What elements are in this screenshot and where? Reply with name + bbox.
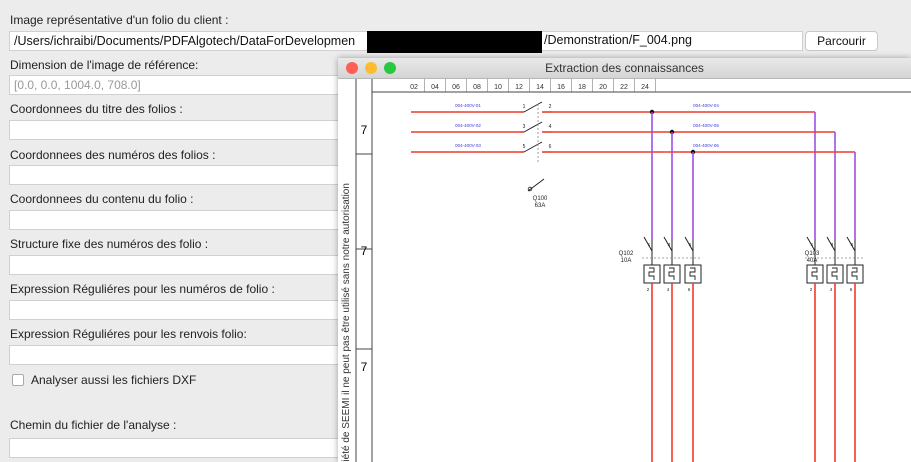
column-label: 06: [452, 84, 460, 91]
column-label: 14: [536, 84, 544, 91]
breaker1-bottom-terminal: 4: [667, 287, 670, 292]
close-light-icon[interactable]: [346, 62, 358, 74]
redacted-region: [367, 31, 542, 53]
undefined: 7: [361, 360, 368, 374]
breaker2-name: Q103: [805, 251, 820, 257]
analysis-path-field[interactable]: [9, 438, 349, 458]
wire-label-right: 004-400V-04: [693, 103, 719, 108]
wire-label-left: 004-400V-02: [455, 123, 481, 128]
dimension-field[interactable]: [0.0, 0.0, 1004.0, 708.0]: [9, 75, 349, 95]
breaker2-blade: [846, 236, 856, 252]
image-label: Image représentative d'un folio du clien…: [10, 13, 229, 27]
wire-label-left: 004-400V-01: [455, 103, 481, 108]
switch-terminal: 3: [523, 124, 526, 130]
switch-terminal: 6: [549, 144, 552, 150]
extraction-window: Extraction des connaissances 02 04 06 08 10 1…: [338, 58, 911, 462]
switch-terminal: 1: [523, 104, 526, 110]
breaker1-name: Q102: [619, 251, 634, 257]
number-coords-label: Coordonnees des numéros des folios :: [10, 148, 216, 162]
switch-blade: [523, 141, 543, 153]
column-label: 20: [599, 84, 607, 91]
dxf-label: Analyser aussi les fichiers DXF: [31, 373, 197, 387]
image-path-text: /Users/ichraibi/Documents/PDFAlgotech/Da…: [14, 34, 356, 48]
breaker1-blade: [684, 236, 694, 252]
switch-rating: 63A: [535, 203, 546, 209]
title-coords-field[interactable]: [9, 120, 349, 140]
vertical-notice-text: riété de SEEMI il ne peut pas être utili…: [341, 183, 352, 462]
minimize-light-icon[interactable]: [365, 62, 377, 74]
dimension-label: Dimension de l'image de référence:: [10, 58, 199, 72]
undefined: 7: [361, 123, 368, 137]
dimension-value: [0.0, 0.0, 1004.0, 708.0]: [14, 78, 141, 92]
column-label: 24: [641, 84, 649, 91]
regex-refs-field[interactable]: [9, 345, 349, 365]
browse-button[interactable]: Parcourir: [805, 31, 878, 51]
wire-label-right: 004-400V-05: [693, 123, 719, 128]
breaker1-blade: [643, 236, 653, 252]
window-title: Extraction des connaissances: [545, 61, 704, 75]
title-coords-label: Coordonnees du titre des folios :: [10, 102, 183, 116]
schematic-canvas: 02 04 06 08 10 12 14 16 18 20 22 24777riété de SEEM…: [341, 79, 911, 462]
switch-terminal: 5: [523, 144, 526, 150]
breaker2-bottom-terminal: 4: [830, 287, 833, 292]
breaker2-bottom-terminal: 2: [810, 287, 813, 292]
column-label: 16: [557, 84, 565, 91]
number-coords-field[interactable]: [9, 165, 349, 185]
column-label: 02: [410, 84, 418, 91]
column-label: 12: [515, 84, 523, 91]
zoom-light-icon[interactable]: [384, 62, 396, 74]
breaker2-blade: [806, 236, 816, 252]
breaker2-rating: 40A: [807, 258, 818, 264]
column-label: 08: [473, 84, 481, 91]
undefined: 7: [361, 244, 368, 258]
wire-label-left: 004-400V-03: [455, 143, 481, 148]
column-label: 04: [431, 84, 439, 91]
switch-terminal: 2: [549, 104, 552, 110]
regex-numbers-label: Expression Réguliéres pour les numéros d…: [10, 282, 275, 296]
dxf-checkbox[interactable]: [12, 374, 24, 386]
breaker1-rating: 10A: [621, 258, 632, 264]
switch-name: Q100: [533, 196, 548, 202]
image-path-end: /Demonstration/F_004.png: [544, 33, 693, 47]
breaker2-bottom-terminal: 6: [850, 287, 853, 292]
column-label: 18: [578, 84, 586, 91]
content-coords-field[interactable]: [9, 210, 349, 230]
window-titlebar[interactable]: Extraction des connaissances: [338, 58, 911, 79]
analysis-path-label: Chemin du fichier de l'analyse :: [10, 418, 177, 432]
switch-handle: [527, 178, 545, 192]
breaker1-bottom-terminal: 2: [647, 287, 650, 292]
wire-label-right: 004-400V-06: [693, 143, 719, 148]
content-coords-label: Coordonnees du contenu du folio :: [10, 192, 194, 206]
breaker2-blade: [826, 236, 836, 252]
structure-label: Structure fixe des numéros des folio :: [10, 237, 209, 251]
structure-field[interactable]: [9, 255, 349, 275]
regex-refs-label: Expression Réguliéres pour les renvois f…: [10, 327, 247, 341]
breaker1-bottom-terminal: 6: [688, 287, 691, 292]
column-label: 22: [620, 84, 628, 91]
switch-blade: [523, 101, 543, 113]
breaker1-blade: [663, 236, 673, 252]
column-label: 10: [494, 84, 502, 91]
switch-blade: [523, 121, 543, 133]
regex-numbers-field[interactable]: [9, 300, 349, 320]
switch-terminal: 4: [549, 124, 552, 130]
